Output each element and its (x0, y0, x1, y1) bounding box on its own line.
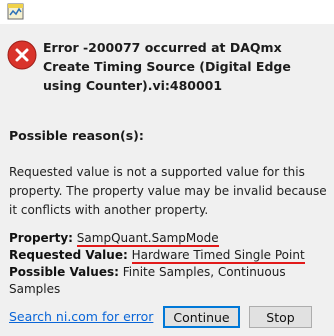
title-bar (0, 0, 334, 24)
continue-button[interactable]: Continue (163, 306, 240, 328)
possible-values-row: Possible Values: Finite Samples, Continu… (9, 264, 331, 298)
stop-button[interactable]: Stop (249, 306, 312, 328)
possible-reasons-heading: Possible reason(s): (9, 128, 144, 143)
property-label: Property: (9, 231, 73, 245)
requested-value: Hardware Timed Single Point (131, 248, 305, 264)
error-icon (7, 40, 37, 70)
property-value: SampQuant.SampMode (76, 231, 219, 247)
labview-app-icon (7, 3, 24, 20)
dialog-footer: Search ni.com for error Continue Stop (0, 302, 334, 336)
property-row: Property: SampQuant.SampMode (9, 230, 331, 247)
error-headline: Error -200077 occurred at DAQmx Create T… (43, 40, 291, 93)
requested-value-row: Requested Value: Hardware Timed Single P… (9, 247, 331, 264)
requested-value-label: Requested Value: (9, 248, 128, 262)
possible-values-label: Possible Values: (9, 265, 119, 279)
search-ni-link[interactable]: Search ni.com for error (9, 308, 153, 326)
property-details: Property: SampQuant.SampMode Requested V… (9, 230, 331, 298)
reason-text: Requested value is not a supported value… (9, 165, 327, 217)
dialog-body: Error -200077 occurred at DAQmx Create T… (0, 24, 334, 302)
